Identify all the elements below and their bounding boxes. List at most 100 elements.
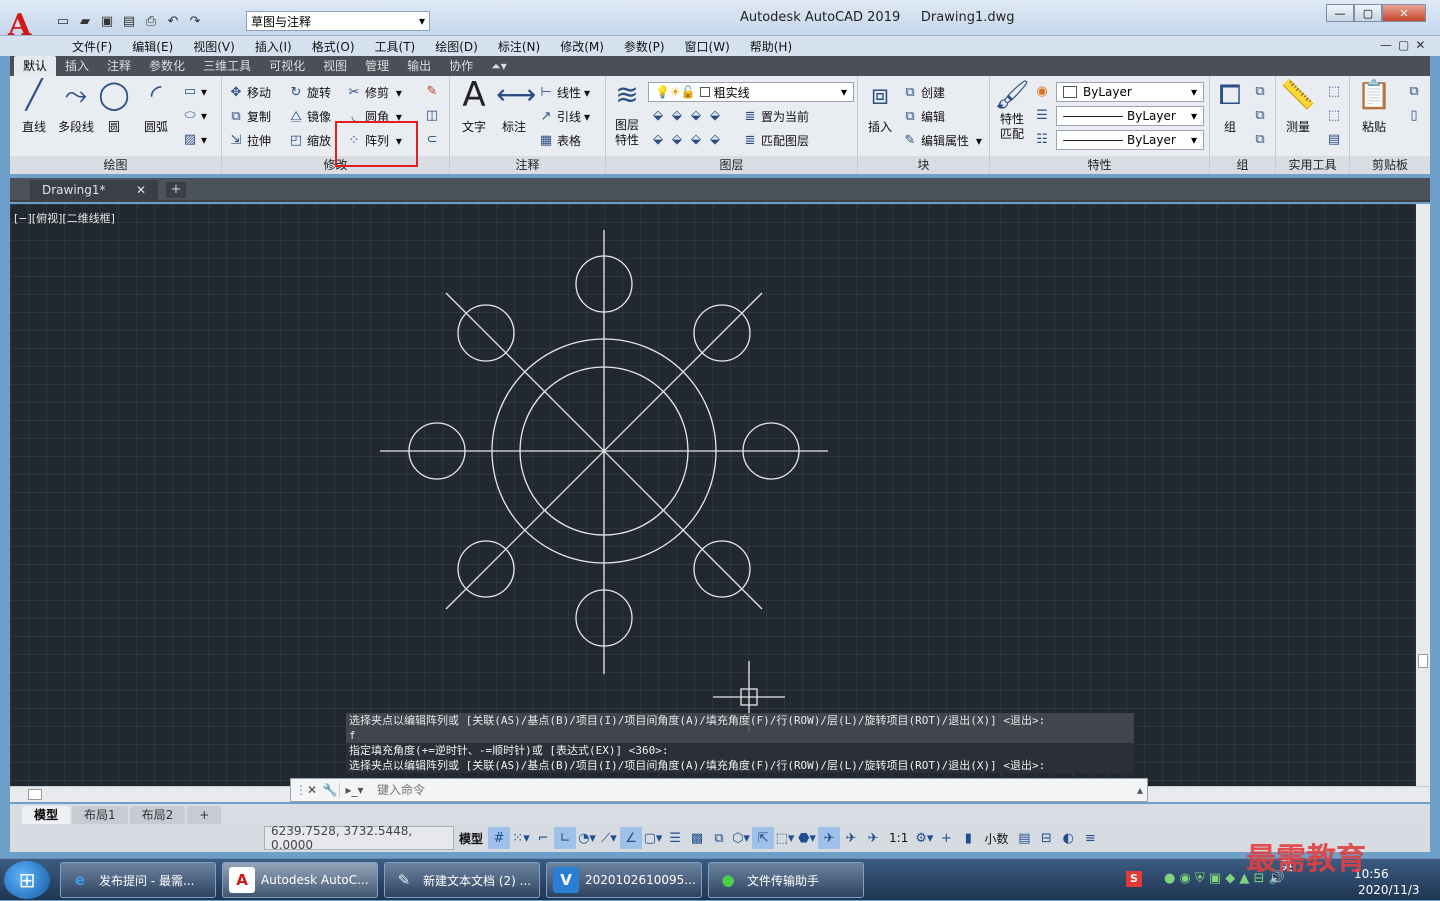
panel-utilities-title[interactable]: 实用工具 <box>1276 156 1349 174</box>
tab-collaborate[interactable]: 协作 <box>440 56 482 76</box>
hatch-icon[interactable]: ▨ ▾ <box>182 132 207 148</box>
minimize-button[interactable]: — <box>1326 4 1354 22</box>
drawing-canvas[interactable]: [−][俯视][二维线框] <box>10 204 1416 786</box>
quick-select-icon[interactable]: ⬚ <box>1326 108 1342 124</box>
tab-manage[interactable]: 管理 <box>356 56 398 76</box>
cut-clip-icon[interactable]: ▯ <box>1406 108 1422 124</box>
match-properties-button[interactable]: 特性 匹配 <box>992 112 1032 142</box>
selection-filter-icon[interactable]: ⬚▾ <box>774 827 796 849</box>
layer-tools-icons-row2[interactable]: ⬙ ⬙ ⬙ ⬙ <box>650 132 723 148</box>
panel-properties-title[interactable]: 特性 <box>990 156 1209 174</box>
tab-3d-tools[interactable]: 三维工具 <box>194 56 260 76</box>
add-layout-button[interactable]: + <box>187 806 222 824</box>
rectangle-icon[interactable]: ▭ ▾ <box>182 84 207 100</box>
selection-cycling-icon[interactable]: ⧉ <box>708 827 730 849</box>
offset-icon[interactable]: ⊂ <box>424 132 440 148</box>
calculator-icon[interactable]: ▤ <box>1326 132 1342 148</box>
taskbar-item-notepad[interactable]: ✎ 新建文本文档 (2) ... <box>384 862 540 898</box>
panel-draw-title[interactable]: 绘图 <box>10 156 221 174</box>
menu-edit[interactable]: 编辑(E) <box>122 38 183 55</box>
trim-button[interactable]: ✂ 修剪 ▾ <box>346 84 402 101</box>
tab-output[interactable]: 输出 <box>398 56 440 76</box>
grip-icon[interactable]: ⋮ <box>291 783 307 797</box>
erase-icon[interactable]: ✎ <box>424 84 440 100</box>
lineweight-dropdown[interactable]: ByLayer ▾ <box>1056 130 1204 150</box>
auto-scale-icon[interactable]: ✈ <box>840 827 862 849</box>
color-wheel-icon[interactable]: ◉ <box>1034 84 1050 100</box>
insert-button[interactable]: 插入 <box>862 118 898 135</box>
model-space-button[interactable]: 模型 <box>454 830 488 847</box>
scale-button[interactable]: ◰ 缩放 <box>288 132 331 149</box>
document-window-controls[interactable]: —▢✕ <box>1380 38 1431 52</box>
edit-attributes-button[interactable]: ✎ 编辑属性 ▾ <box>902 132 982 149</box>
select-similar-icon[interactable]: ⬚ <box>1326 84 1342 100</box>
customization-icon[interactable]: ≡ <box>1079 827 1101 849</box>
isolate-objects-icon[interactable]: ◐ <box>1057 827 1079 849</box>
linetype-icon[interactable]: ☰ <box>1034 108 1050 124</box>
gizmo-icon[interactable]: ⬣▾ <box>796 827 818 849</box>
tab-annotate[interactable]: 注释 <box>98 56 140 76</box>
print-icon[interactable]: ⎙ <box>142 13 160 29</box>
taskbar-item-autocad[interactable]: A Autodesk AutoC... <box>222 862 378 898</box>
edit-block-button[interactable]: ⧉ 编辑 <box>902 108 945 125</box>
arc-button[interactable]: 圆弧 <box>138 118 174 135</box>
dynamic-ucs-icon[interactable]: ⇱ <box>752 827 775 849</box>
workspace-switch-icon[interactable]: ⚙▾ <box>913 827 935 849</box>
clock-date[interactable]: 2020/11/3 <box>1358 883 1420 897</box>
group-button[interactable]: 组 <box>1212 118 1248 135</box>
panel-layers-title[interactable]: 图层 <box>606 156 857 174</box>
horizontal-scroll-thumb[interactable] <box>28 789 42 800</box>
rotate-button[interactable]: ↻ 旋转 <box>288 84 331 101</box>
menu-format[interactable]: 格式(O) <box>302 38 365 55</box>
snap-icon[interactable]: ⁙▾ <box>510 827 532 849</box>
menu-dimension[interactable]: 标注(N) <box>488 38 550 55</box>
redo-icon[interactable]: ↷ <box>186 13 204 29</box>
command-history-toggle-icon[interactable]: ▴ <box>1097 783 1143 797</box>
linear-button[interactable]: ⊢ 线性 ▾ <box>538 84 590 101</box>
polar-icon[interactable]: ◔▾ <box>576 827 598 849</box>
table-button[interactable]: ▦ 表格 <box>538 132 581 149</box>
command-input[interactable] <box>377 781 1097 799</box>
ortho-icon[interactable]: ∟ <box>554 827 577 849</box>
annotation-scale-value[interactable]: 1:1 <box>884 831 913 845</box>
object-track-icon[interactable]: ∠ <box>620 827 643 849</box>
menu-help[interactable]: 帮助(H) <box>740 38 802 55</box>
tab-visualize[interactable]: 可视化 <box>260 56 314 76</box>
panel-clipboard-title[interactable]: 剪贴板 <box>1350 156 1430 174</box>
mirror-button[interactable]: ⧋ 镜像 <box>288 108 331 125</box>
menu-draw[interactable]: 绘图(D) <box>425 38 488 55</box>
set-current-button[interactable]: ≣ 置为当前 <box>742 108 809 125</box>
save-icon[interactable]: ▣ <box>98 13 116 29</box>
move-button[interactable]: ✥ 移动 <box>228 84 271 101</box>
layer-dropdown[interactable]: 💡☀🔓 粗实线 ▾ <box>648 82 854 102</box>
ellipse-icon[interactable]: ⬭ ▾ <box>182 108 207 124</box>
tab-view[interactable]: 视图 <box>314 56 356 76</box>
dimension-button[interactable]: 标注 <box>496 118 532 135</box>
menu-insert[interactable]: 插入(I) <box>245 38 302 55</box>
layer-properties-button[interactable]: 图层 特性 <box>608 118 646 148</box>
taskbar-item-video[interactable]: V 2020102610095... <box>546 862 702 898</box>
isodraft-icon[interactable]: ⟋▾ <box>598 827 620 849</box>
customize-icon[interactable]: 🔧 <box>321 783 339 797</box>
circle-button[interactable]: 圆 <box>98 118 130 135</box>
units-value[interactable]: 小数 <box>979 830 1013 847</box>
linetype-dropdown[interactable]: ByLayer ▾ <box>1056 106 1204 126</box>
menu-modify[interactable]: 修改(M) <box>550 38 614 55</box>
menu-file[interactable]: 文件(F) <box>62 38 122 55</box>
ungroup-icon[interactable]: ⧉ <box>1252 84 1268 100</box>
osnap-icon[interactable]: ▢▾ <box>642 827 664 849</box>
tab-model[interactable]: 模型 <box>22 806 71 824</box>
new-icon[interactable]: ▭ <box>54 13 72 29</box>
annotation-visibility-icon[interactable]: ✈ <box>818 827 841 849</box>
grid-icon[interactable]: # <box>488 827 511 849</box>
close-button[interactable]: ✕ <box>1382 4 1426 22</box>
menu-tools[interactable]: 工具(T) <box>365 38 426 55</box>
command-prompt-icon[interactable]: ▸_▾ <box>339 783 369 797</box>
match-layer-button[interactable]: ≣ 匹配图层 <box>742 132 809 149</box>
tab-insert[interactable]: 插入 <box>56 56 98 76</box>
leader-button[interactable]: ↗ 引线 ▾ <box>538 108 591 125</box>
line-button[interactable]: 直线 <box>14 118 54 135</box>
panel-block-title[interactable]: 块 <box>858 156 989 174</box>
group-select-icon[interactable]: ⧉ <box>1252 132 1268 148</box>
color-dropdown[interactable]: ByLayer ▾ <box>1056 82 1204 102</box>
